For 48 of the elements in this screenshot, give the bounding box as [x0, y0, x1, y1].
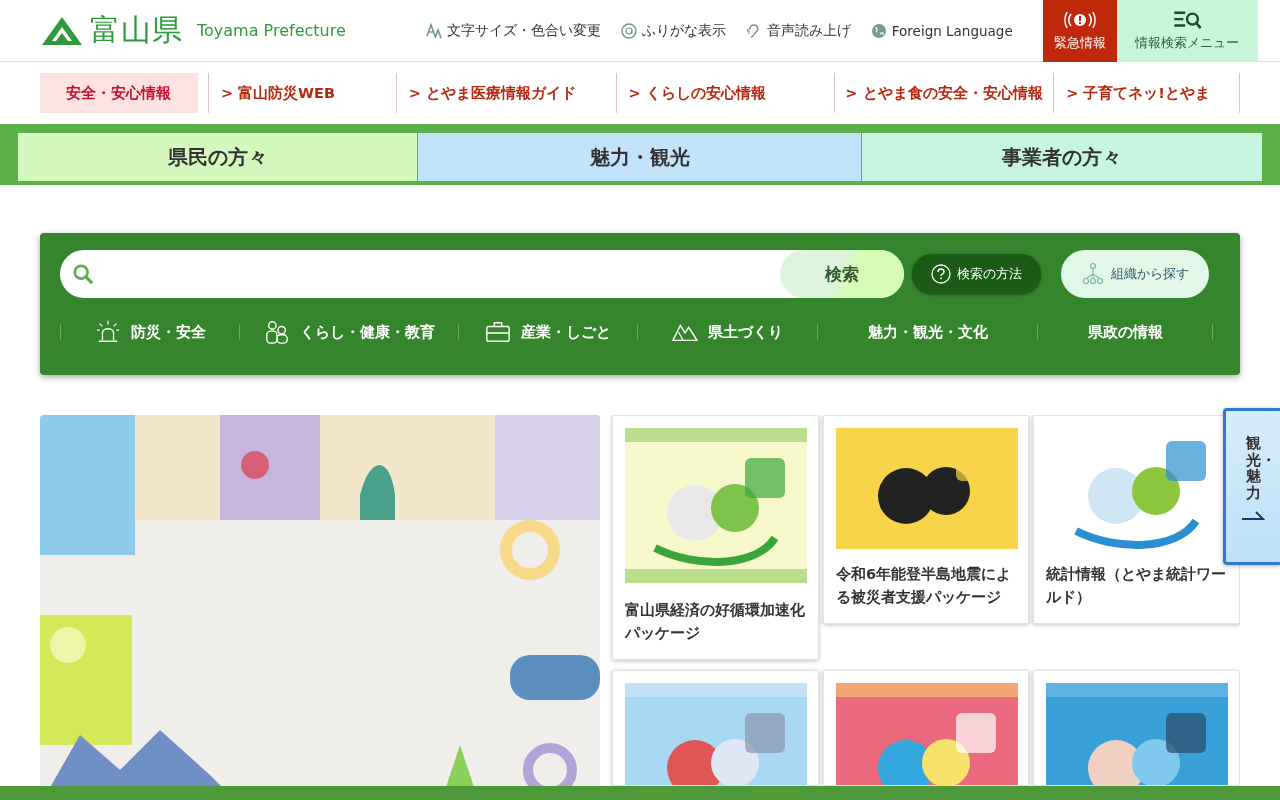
safety-nav-link[interactable]: > とやま医療情報ガイド: [395, 73, 616, 113]
search-icon: [72, 263, 94, 285]
text-size-icon: [425, 22, 442, 39]
news-card[interactable]: 統計情報（とやま統計ワールド）: [1033, 415, 1240, 625]
briefcase-icon: [485, 319, 511, 345]
utility-link[interactable]: Foreign Language: [870, 21, 1013, 40]
audience-tab[interactable]: 県民の方々: [18, 133, 419, 181]
logo-subtitle: Toyama Prefecture: [197, 21, 346, 40]
card-title[interactable]: 統計情報（とやま統計ワールド）: [1046, 563, 1227, 610]
search-menu-button[interactable]: 情報検索メニュー: [1116, 0, 1258, 62]
safety-nav-link[interactable]: > くらしの安心情報: [615, 73, 835, 113]
logo-text[interactable]: 富山県: [90, 10, 183, 51]
list-search-icon: [1171, 10, 1204, 30]
side-tab[interactable]: 観光・魅力: [1223, 408, 1280, 565]
emergency-button[interactable]: 緊急情報: [1042, 0, 1117, 62]
card-title[interactable]: 令和6年能登半島地震による被災者支援パッケージ: [836, 563, 1016, 610]
siren-icon: [94, 319, 121, 345]
search-button[interactable]: 検索: [780, 250, 904, 298]
safety-nav-link[interactable]: > 子育てネッ!とやま: [1053, 73, 1240, 113]
audience-tab[interactable]: 事業者の方々: [861, 133, 1263, 181]
question-icon: [931, 264, 951, 284]
search-help-button[interactable]: 検索の方法: [912, 254, 1041, 294]
utility-link[interactable]: 音声読み上げ: [745, 21, 851, 40]
news-card[interactable]: [823, 670, 1029, 786]
hiragana-circle-icon: [620, 22, 637, 39]
news-card[interactable]: [612, 670, 819, 786]
people-icon: [263, 319, 290, 345]
alert-signal-icon: [1063, 10, 1096, 30]
category-link[interactable]: 県政の情報: [1087, 322, 1163, 342]
category-link[interactable]: 魅力・観光・文化: [867, 322, 988, 342]
news-card[interactable]: 富山県経済の好循環加速化パッケージ: [612, 415, 819, 661]
category-link[interactable]: 産業・しごと: [485, 319, 611, 345]
org-chart-icon: [1081, 262, 1105, 286]
search-field[interactable]: 検索: [60, 250, 904, 298]
category-link[interactable]: 防災・安全: [94, 319, 206, 345]
category-link[interactable]: くらし・健康・教育: [263, 319, 435, 345]
category-link[interactable]: 県土づくり: [672, 319, 783, 345]
safety-nav-link[interactable]: > 富山防災WEB: [207, 73, 396, 113]
safety-nav-link[interactable]: > とやま食の安全・安心情報: [834, 73, 1054, 113]
card-title[interactable]: 富山県経済の好循環加速化パッケージ: [625, 599, 806, 646]
utility-link[interactable]: 文字サイズ・色合い変更: [425, 21, 601, 40]
audience-tab[interactable]: 魅力・観光: [418, 133, 862, 181]
utility-link[interactable]: ふりがな表示: [620, 21, 726, 40]
globe-icon: [870, 22, 887, 39]
news-card[interactable]: 令和6年能登半島地震による被災者支援パッケージ: [823, 415, 1029, 625]
organization-search-button[interactable]: 組織から探す: [1061, 250, 1209, 298]
news-card[interactable]: [1033, 670, 1240, 786]
safety-nav-link[interactable]: 安全・安心情報: [40, 73, 198, 113]
